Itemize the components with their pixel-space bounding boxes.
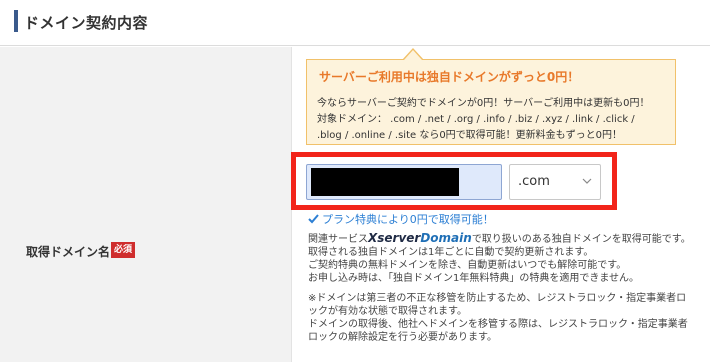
chevron-down-icon xyxy=(582,178,592,184)
tld-selected-value: .com xyxy=(518,174,550,189)
promo-title: サーバーご利用中は独自ドメインがずっと0円！ xyxy=(319,70,580,84)
redacted-domain-text xyxy=(311,168,459,196)
promo-line: .blog / .online / .site なら0円で取得可能！更新料金もず… xyxy=(317,130,623,141)
tld-select[interactable]: .com xyxy=(509,164,601,200)
required-badge: 必須 xyxy=(111,242,136,258)
domain-brand-logo: Domain xyxy=(420,231,472,245)
note-line: ロックの解除設定を行う必要があります。 xyxy=(308,332,497,343)
note-line: ドメインの取得後、他社へドメインを移管する際は、レジストラロック・指定事業者 xyxy=(308,319,688,330)
perk-notice: プラン特典により0円で取得可能！ xyxy=(308,211,494,227)
section-header: ドメイン契約内容 xyxy=(0,0,710,46)
description-line: 取得される独自ドメインは1年ごとに自動で契約更新されます。 xyxy=(308,247,594,258)
description-prefix: 関連サービス xyxy=(308,234,368,245)
description-line: ご契約特典の無料ドメインを除き、自動更新はいつでも解除可能です。 xyxy=(308,260,627,271)
service-description: 関連サービスXserverDomainで取り扱いのある独自ドメインを取得可能です… xyxy=(308,232,691,246)
field-label: 取得ドメイン名 xyxy=(26,245,111,259)
perk-text: プラン特典により0円で取得可能！ xyxy=(322,213,494,226)
note-line: ※ドメインは第三者の不正な移管を防止するため、レジストラロック・指定事業者ロ xyxy=(308,293,687,304)
section-title: ドメイン契約内容 xyxy=(24,14,149,32)
description-line: お申し込み時は、「独自ドメイン1年無料特典」の特典を適用できません。 xyxy=(308,273,640,284)
section-accent-bar xyxy=(14,10,18,32)
description-suffix: で取り扱いのある独自ドメインを取得可能です。 xyxy=(471,234,691,245)
field-label-column: 取得ドメイン名 必須 xyxy=(0,47,292,362)
xserver-brand-logo: Xserver xyxy=(368,231,421,245)
promo-box: サーバーご利用中は独自ドメインがずっと0円！ 今ならサーバーご契約でドメインが0… xyxy=(306,59,676,145)
promo-line: 今ならサーバーご契約でドメインが0円！サーバーご利用中は更新も0円！ xyxy=(317,98,650,109)
promo-callout-arrow-fill xyxy=(404,50,422,60)
note-line: ックが有効な状態で取得されます。 xyxy=(308,306,467,317)
promo-line: 対象ドメイン： .com / .net / .org / .info / .bi… xyxy=(317,114,635,125)
check-icon xyxy=(308,214,319,224)
